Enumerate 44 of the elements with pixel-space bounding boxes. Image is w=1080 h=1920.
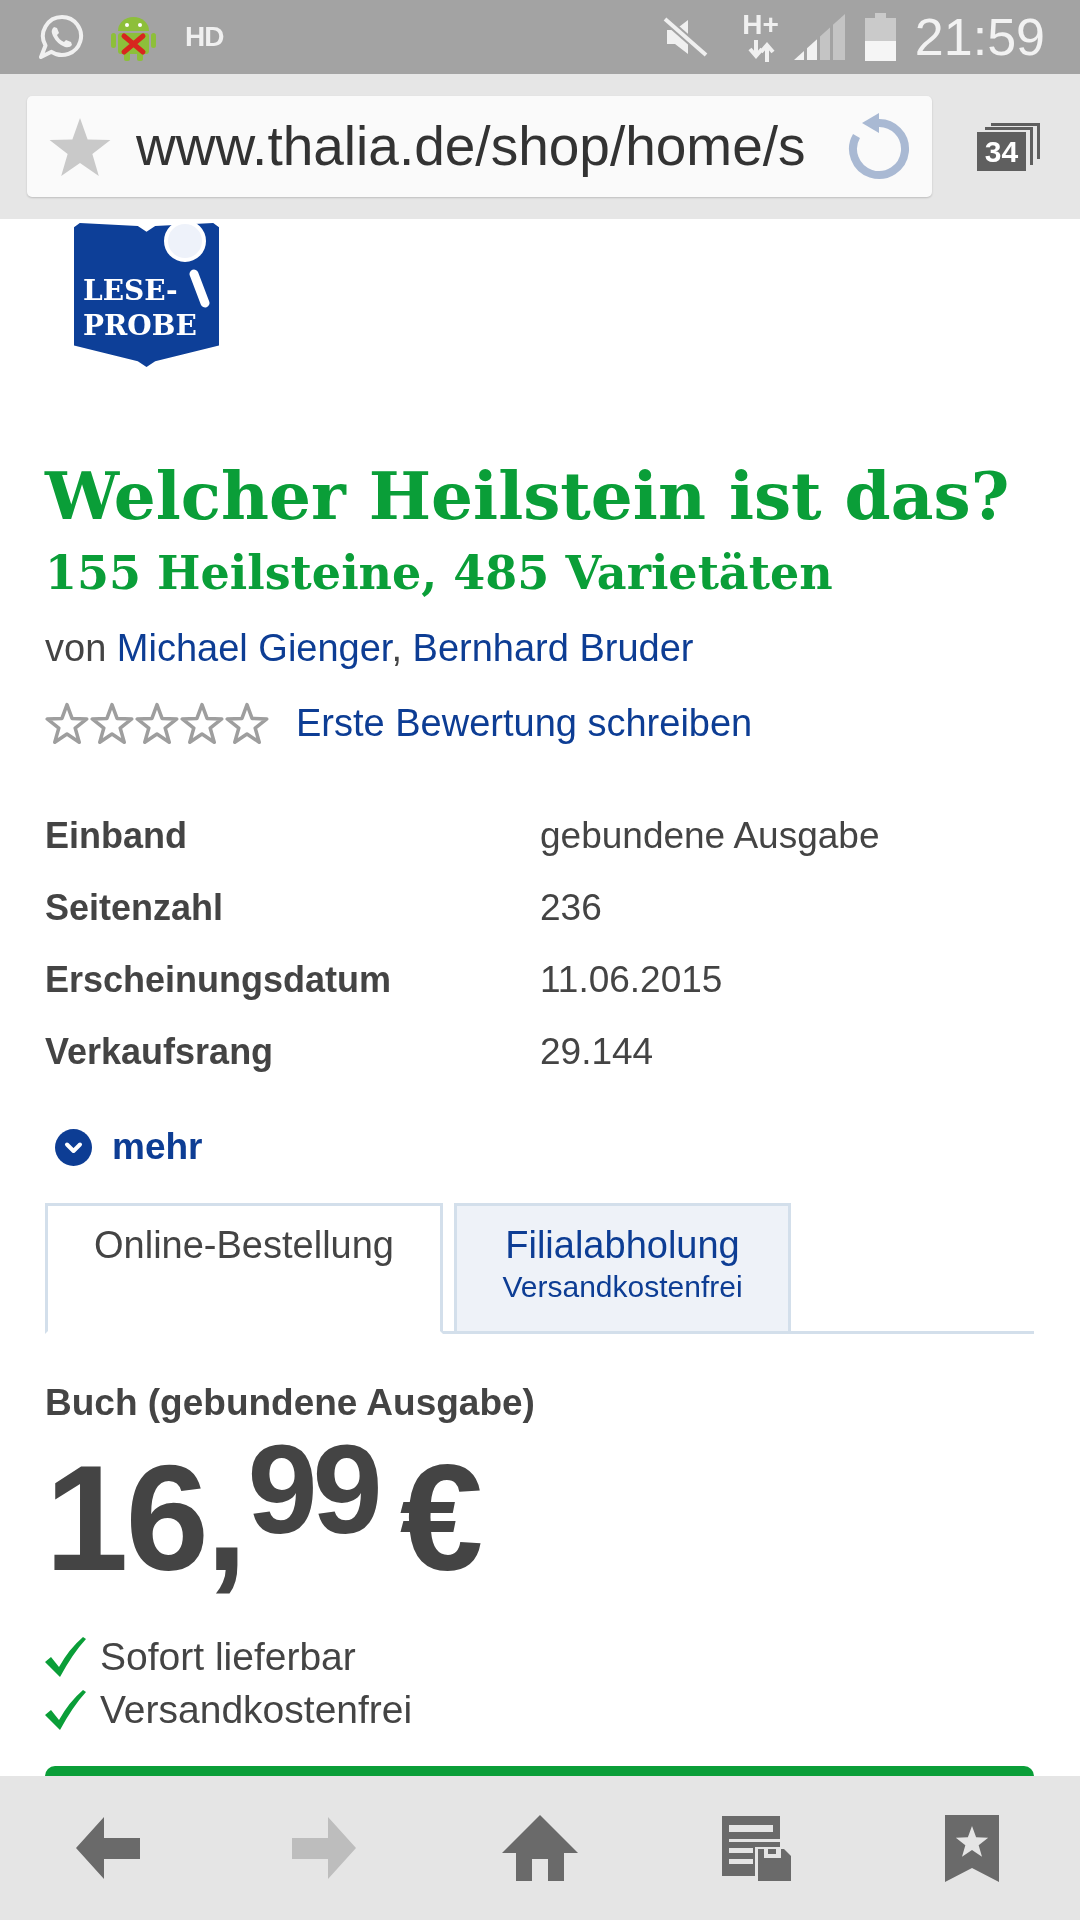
star-icon <box>90 702 134 744</box>
star-icon <box>135 702 179 744</box>
author-line: von Michael Gienger, Bernhard Bruder <box>45 626 694 670</box>
write-review-link[interactable]: Erste Bewertung schreiben <box>296 701 753 745</box>
hd-label: HD <box>185 23 224 51</box>
detail-label: Seitenzahl <box>45 887 224 929</box>
back-arrow-icon[interactable] <box>76 1817 140 1879</box>
chat-bubble-icon <box>38 14 86 60</box>
detail-value: gebundene Ausgabe <box>540 815 880 857</box>
network-type-label: H+ <box>742 12 779 37</box>
detail-label: Einband <box>45 815 187 857</box>
battery-icon <box>864 13 896 61</box>
check-icon <box>45 1636 86 1677</box>
star-icon[interactable] <box>47 117 113 176</box>
book-title: Welcher Heilstein ist das? <box>45 457 1011 535</box>
reading-sample-badge[interactable]: LESE- PROBE <box>74 219 219 367</box>
check-icon <box>45 1689 86 1730</box>
order-tab[interactable]: Online-Bestellung <box>45 1203 443 1334</box>
author-link[interactable]: Michael Gienger <box>116 627 392 669</box>
detail-label: Erscheinungsdatum <box>45 959 392 1001</box>
document-icon[interactable] <box>721 1815 791 1881</box>
clock-time: 21:59 <box>914 11 1045 63</box>
bookmark-icon[interactable] <box>945 1814 999 1882</box>
detail-value: 29.144 <box>540 1031 654 1073</box>
tab-switcher-button[interactable]: 34 <box>977 122 1040 171</box>
book-subtitle: 155 Heilsteine, 485 Varietäten <box>45 546 834 601</box>
feature-text: Sofort lieferbar <box>100 1634 356 1679</box>
feature-text: Versandkostenfrei <box>100 1687 413 1732</box>
star-icon <box>180 702 224 744</box>
star-icon <box>225 702 269 744</box>
format-label: Buch (gebundene Ausgabe) <box>45 1381 535 1424</box>
star-icon <box>45 702 89 744</box>
muted-speaker-icon <box>661 16 710 58</box>
detail-label: Verkaufsrang <box>45 1031 274 1073</box>
order-tab[interactable]: Filialabholung Versandkostenfrei <box>454 1203 791 1334</box>
signal-icon <box>793 14 845 60</box>
more-link[interactable]: mehr <box>55 1126 203 1168</box>
badge-label: LESE- PROBE <box>83 273 197 343</box>
currency-symbol: € <box>399 1443 484 1593</box>
detail-value: 11.06.2015 <box>540 959 723 1001</box>
address-field[interactable]: www.thalia.de/shop/home/s <box>27 96 932 197</box>
detail-value: 236 <box>540 887 602 929</box>
author-link[interactable]: Bernhard Bruder <box>412 627 694 669</box>
home-icon[interactable] <box>502 1815 578 1881</box>
